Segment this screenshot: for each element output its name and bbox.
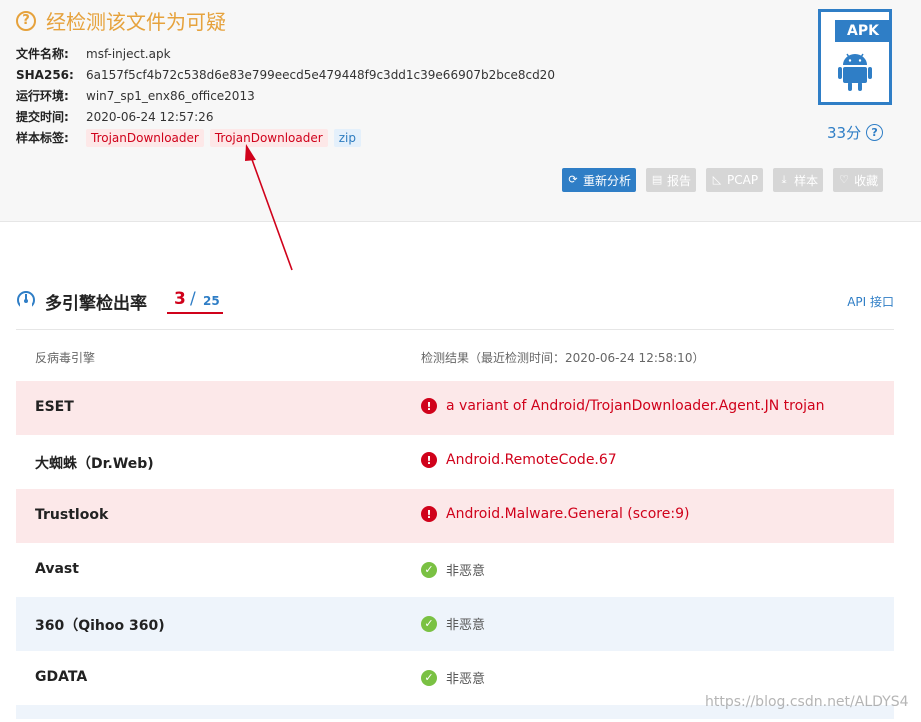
- results-table-header: 反病毒引擎 检测结果（最近检测时间：2020-06-24 12:58:10）: [16, 340, 894, 372]
- report-label: 报告: [667, 173, 692, 188]
- sample-label: 样本: [794, 173, 819, 188]
- question-icon: ?: [16, 10, 36, 31]
- meta-row-tags: 样本标签: TrojanDownloader TrojanDownloader …: [16, 127, 555, 148]
- help-icon[interactable]: ?: [866, 124, 884, 141]
- engine-name: 360（Qihoo 360): [35, 618, 165, 634]
- engine-name: ESET: [35, 399, 74, 415]
- results-table: ESET ! a variant of Android/TrojanDownlo…: [16, 381, 894, 719]
- tag-zip[interactable]: zip: [333, 128, 361, 147]
- favorite-button[interactable]: ♡ 收藏: [833, 168, 884, 192]
- engine-name: GDATA: [35, 669, 88, 685]
- report-button[interactable]: ▤ 报告: [646, 168, 697, 192]
- meta-row-filename: 文件名称: msf-inject.apk: [16, 43, 555, 64]
- verdict-title: 经检测该文件为可疑: [46, 10, 226, 34]
- detection-result: ! Android.Malware.General (score:9): [421, 506, 689, 522]
- detection-result: ! Android.RemoteCode.67: [421, 452, 617, 468]
- meta-value: win7_sp1_enx86_office2013: [86, 88, 255, 103]
- verdict-heading: ? 经检测该文件为可疑: [16, 6, 226, 35]
- alert-icon: !: [421, 452, 437, 468]
- engines-title: 多引擎检出率: [45, 294, 147, 314]
- android-icon: [838, 53, 872, 91]
- meta-row-submit-time: 提交时间: 2020-06-24 12:57:26: [16, 106, 555, 127]
- action-toolbar: ⟳ 重新分析 ▤ 报告 ◺ PCAP ⤓ 样本 ♡ 收藏: [562, 168, 884, 192]
- gauge-icon: [17, 291, 35, 309]
- tag-list: TrojanDownloader TrojanDownloader zip: [86, 128, 361, 147]
- file-type-badge: APK: [835, 20, 891, 42]
- check-icon: ✓: [421, 669, 437, 686]
- threat-score: 33分 ?: [827, 122, 884, 143]
- alert-icon: !: [421, 398, 437, 414]
- favorite-label: 收藏: [854, 173, 879, 188]
- meta-key: 样本标签:: [16, 131, 69, 145]
- meta-value: 6a157f5cf4b72c538d6e83e799eecd5e479448f9…: [86, 67, 555, 82]
- report-icon: ▤: [651, 173, 663, 186]
- file-type-icon: APK: [818, 9, 892, 105]
- column-header-engine: 反病毒引擎: [35, 351, 96, 365]
- result-text: 非恶意: [446, 618, 486, 633]
- file-summary-panel: ? 经检测该文件为可疑 文件名称: msf-inject.apk SHA256:…: [0, 0, 921, 222]
- result-text: a variant of Android/TrojanDownloader.Ag…: [446, 398, 825, 414]
- meta-key: SHA256:: [16, 67, 74, 82]
- pcap-label: PCAP: [727, 173, 759, 187]
- table-row: ESET ! a variant of Android/TrojanDownlo…: [16, 381, 894, 435]
- file-meta: 文件名称: msf-inject.apk SHA256: 6a157f5cf4b…: [16, 43, 555, 148]
- tag-trojan-downloader[interactable]: TrojanDownloader: [86, 128, 204, 147]
- meta-value: 2020-06-24 12:57:26: [86, 109, 214, 124]
- detection-result: ✓ 非恶意: [421, 614, 485, 633]
- ratio-separator: /: [190, 289, 196, 309]
- table-row: 360（Qihoo 360) ✓ 非恶意: [16, 597, 894, 651]
- detection-result: ✓ 非恶意: [421, 560, 485, 579]
- table-row: 大蜘蛛（Dr.Web) ! Android.RemoteCode.67: [16, 435, 894, 489]
- detection-ratio: 3 / 25: [167, 288, 223, 314]
- meta-value: msf-inject.apk: [86, 46, 171, 61]
- result-text: 非恶意: [446, 672, 486, 687]
- engine-name: 大蜘蛛（Dr.Web): [35, 456, 154, 472]
- api-link[interactable]: API 接口: [847, 293, 894, 310]
- alert-icon: !: [421, 506, 437, 522]
- tag-trojan-downloader[interactable]: TrojanDownloader: [209, 128, 328, 147]
- meta-row-environment: 运行环境: win7_sp1_enx86_office2013: [16, 85, 555, 106]
- column-header-result: 检测结果（最近检测时间：2020-06-24 12:58:10）: [421, 351, 705, 365]
- result-text: Android.Malware.General (score:9): [446, 506, 690, 522]
- detection-result: ! a variant of Android/TrojanDownloader.…: [421, 398, 824, 414]
- watermark: https://blog.csdn.net/ALDYS4: [705, 694, 909, 710]
- meta-key: 提交时间:: [16, 110, 69, 124]
- meta-row-sha256: SHA256: 6a157f5cf4b72c538d6e83e799eecd5e…: [16, 64, 555, 85]
- table-row: Trustlook ! Android.Malware.General (sco…: [16, 489, 894, 543]
- heart-icon: ♡: [839, 173, 850, 186]
- check-icon: ✓: [421, 561, 437, 578]
- meta-key: 运行环境:: [16, 89, 69, 103]
- detected-count: 3: [174, 289, 186, 309]
- reanalyze-label: 重新分析: [583, 173, 632, 188]
- total-count: 25: [203, 294, 220, 308]
- download-icon: ⤓: [781, 173, 787, 186]
- engine-name: Trustlook: [35, 507, 109, 523]
- pcap-icon: ◺: [712, 173, 722, 186]
- sample-button[interactable]: ⤓ 样本: [773, 168, 824, 192]
- reanalyze-button[interactable]: ⟳ 重新分析: [562, 168, 637, 192]
- result-text: 非恶意: [446, 564, 486, 579]
- pcap-button[interactable]: ◺ PCAP: [706, 168, 764, 192]
- engine-name: Avast: [35, 561, 79, 577]
- detection-result: ✓ 非恶意: [421, 668, 485, 687]
- score-value: 33分: [827, 124, 862, 142]
- result-text: Android.RemoteCode.67: [446, 452, 617, 468]
- meta-key: 文件名称:: [16, 47, 69, 61]
- table-row: Avast ✓ 非恶意: [16, 543, 894, 597]
- section-divider: [16, 329, 894, 330]
- check-icon: ✓: [421, 615, 437, 632]
- engines-header: 多引擎检出率 3 / 25 API 接口: [16, 288, 894, 316]
- check-circle-icon: ⟳: [568, 173, 578, 186]
